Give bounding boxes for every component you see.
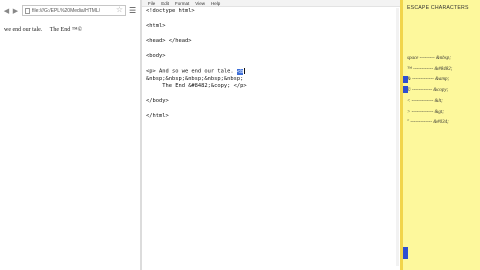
escape-row: " ------------- &#034; bbox=[407, 120, 449, 126]
code-line: <html> bbox=[146, 23, 166, 29]
menu-view[interactable]: View bbox=[195, 1, 205, 6]
escape-row: © ------------ &copy; bbox=[407, 88, 449, 94]
code-line: </html> bbox=[146, 113, 169, 119]
menu-help[interactable]: Help bbox=[211, 1, 220, 6]
escape-list: space --------- &nbsp; ™ ------------ &#… bbox=[407, 54, 480, 129]
text-cursor bbox=[244, 68, 246, 74]
text-editor[interactable]: <!doctype html> <html> <head> </head> <b… bbox=[146, 8, 396, 266]
escape-characters-sheet: ESCAPE CHARACTERS space --------- &nbsp;… bbox=[400, 0, 480, 270]
code-line: The End &#8482;&copy; </p> bbox=[146, 83, 247, 89]
code-line: <head> </head> bbox=[146, 38, 192, 44]
row-highlight-marker bbox=[403, 76, 408, 83]
escape-row: ™ ------------ &#8482; bbox=[407, 66, 453, 72]
code-line: &nbsp;&nbsp;&nbsp;&nbsp;&nbsp; bbox=[146, 75, 244, 82]
back-arrow-icon[interactable]: ◀ bbox=[2, 7, 11, 16]
menu-edit[interactable]: Edit bbox=[161, 1, 169, 6]
rendered-page-text: we end our tale. The End ™© bbox=[4, 27, 83, 33]
row-highlight-marker bbox=[403, 86, 408, 93]
menu-bar: File Edit Format View Help bbox=[142, 0, 400, 7]
address-text[interactable]: file:///G:/EPL%20Media/HTML/ bbox=[32, 8, 100, 14]
escape-row: space --------- &nbsp; bbox=[407, 56, 451, 61]
bookmark-star-icon[interactable]: ☆ bbox=[116, 5, 123, 14]
browser-window: ◀ ▶ file:///G:/EPL%20Media/HTML/ ☆ ☰ we … bbox=[0, 0, 140, 270]
code-line: <body> bbox=[146, 53, 166, 59]
menu-file[interactable]: File bbox=[148, 1, 155, 6]
menu-icon[interactable]: ☰ bbox=[129, 6, 136, 15]
forward-arrow-icon[interactable]: ▶ bbox=[11, 7, 20, 16]
code-text: <p> And so we end our tale. bbox=[146, 68, 234, 75]
row-highlight-marker bbox=[403, 247, 408, 259]
code-line-with-cursor: <p> And so we end our tale. <b bbox=[146, 68, 396, 76]
escape-row: > ------------- &gt; bbox=[407, 109, 444, 115]
escape-row: & ------------- &amp; bbox=[407, 77, 450, 83]
code-line: </body> bbox=[146, 98, 169, 104]
page-icon bbox=[25, 7, 30, 14]
notepad-window: File Edit Format View Help <!doctype htm… bbox=[142, 0, 400, 270]
sheet-title: ESCAPE CHARACTERS bbox=[407, 5, 469, 11]
menu-format[interactable]: Format bbox=[175, 1, 189, 6]
escape-row: < ------------- &lt; bbox=[407, 98, 443, 104]
vertical-scrollbar[interactable] bbox=[396, 8, 399, 266]
browser-toolbar: ◀ ▶ file:///G:/EPL%20Media/HTML/ ☆ ☰ bbox=[0, 4, 140, 18]
address-bar[interactable]: file:///G:/EPL%20Media/HTML/ ☆ bbox=[22, 5, 126, 16]
code-line: <!doctype html> bbox=[146, 8, 195, 14]
text-selection: <b bbox=[236, 68, 244, 75]
